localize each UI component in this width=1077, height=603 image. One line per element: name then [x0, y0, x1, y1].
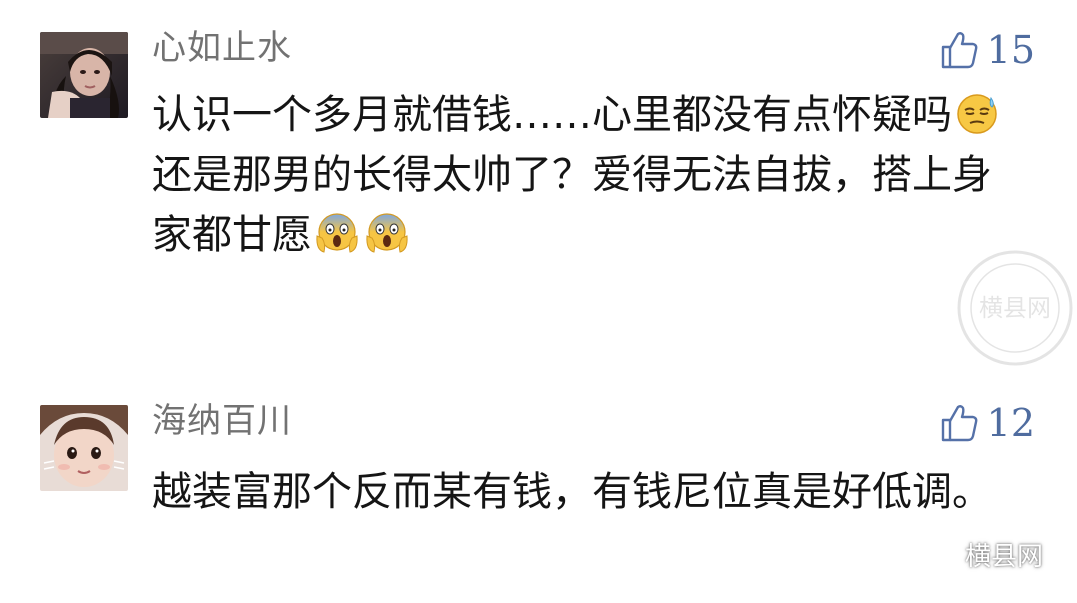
comment-text: 认识一个多月就借钱……心里都没有点怀疑吗 还是那男的长得太帅了？爱得无法自拔，搭…: [152, 85, 1012, 265]
like-count: 15: [986, 28, 1035, 72]
avatar-image: [40, 32, 128, 118]
like-button[interactable]: 15: [939, 28, 1035, 72]
like-count: 12: [986, 401, 1035, 445]
watermark-seal: 横县网: [955, 248, 1075, 368]
scream-emoji: [314, 210, 360, 256]
watermark-label: 横县网: [979, 294, 1051, 322]
avatar[interactable]: [40, 32, 128, 118]
comment-text-line: 还是那男的长得太帅了？爱得无法自拔，搭上身家都甘愿: [152, 152, 992, 258]
like-button[interactable]: 12: [939, 401, 1035, 445]
brand-label: 横县网: [964, 542, 1043, 572]
comment-text-line: 认识一个多月就借钱……心里都没有点怀疑吗: [152, 92, 952, 138]
scream-emoji: [364, 210, 410, 256]
avatar[interactable]: [40, 405, 128, 491]
wechat-icon: [915, 539, 957, 572]
brand-watermark: 横县网: [915, 536, 1043, 573]
avatar-image: [40, 405, 128, 491]
thumbs-up-icon: [941, 32, 978, 69]
username[interactable]: 海纳百川: [152, 401, 292, 441]
comment-text: 越装富那个反而某有钱，有钱尼位真是好低调。: [152, 469, 992, 515]
sweat-smile-emoji: [954, 90, 1000, 136]
username[interactable]: 心如止水: [152, 28, 292, 68]
thumbs-up-icon: [941, 405, 978, 442]
